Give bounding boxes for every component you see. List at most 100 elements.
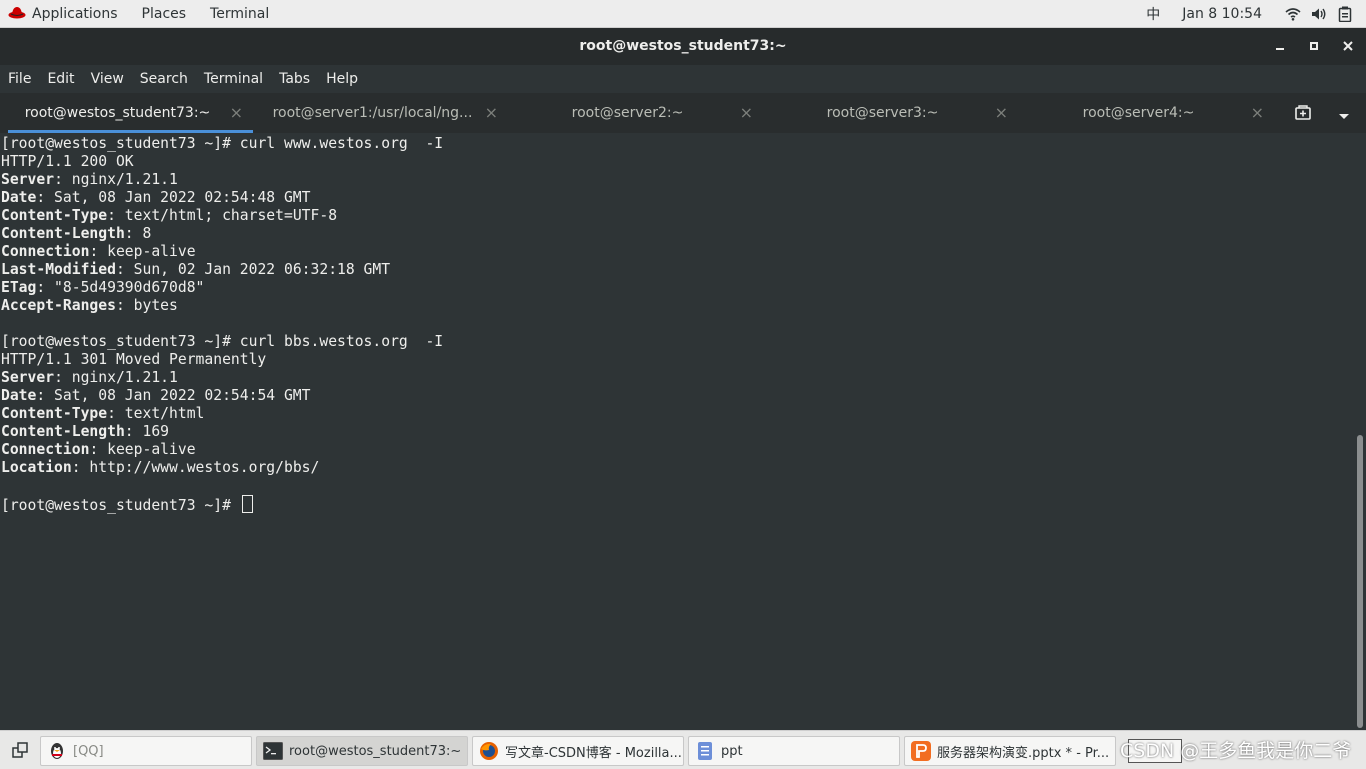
header-key: Server: [1, 171, 55, 188]
applications-menu[interactable]: Applications: [0, 5, 130, 23]
header-value: : nginx/1.21.1: [54, 171, 178, 188]
terminal-line: Location: http://www.westos.org/bbs/: [0, 459, 1354, 477]
window-title: root@westos_student73:~: [579, 38, 787, 54]
csdn-watermark: CSDN @王多鱼我是你二爷: [1120, 740, 1352, 762]
terminal-line: HTTP/1.1 301 Moved Permanently: [1, 351, 267, 368]
header-key: Date: [1, 189, 37, 206]
terminal-line: [root@westos_student73 ~]# curl www.west…: [0, 135, 1354, 153]
menu-edit[interactable]: Edit: [39, 71, 82, 87]
header-value: : Sat, 08 Jan 2022 02:54:48 GMT: [36, 189, 311, 206]
tab-close-icon[interactable]: ×: [740, 103, 753, 122]
header-key: Accept-Ranges: [1, 297, 116, 314]
tab-close-icon[interactable]: ×: [1251, 103, 1264, 122]
tabs-dropdown-icon[interactable]: [1338, 109, 1352, 119]
task-label: ppt: [721, 743, 743, 759]
header-key: Connection: [1, 441, 90, 458]
header-key: Content-Length: [1, 423, 125, 440]
redhat-icon: [8, 5, 26, 23]
header-value: : Sun, 02 Jan 2022 06:32:18 GMT: [115, 261, 391, 278]
task-label: 服务器架构演变.pptx * - Pr...: [937, 745, 1110, 761]
terminal-line: ETag: "8-5d49390d670d8": [0, 279, 1354, 297]
wifi-icon[interactable]: [1280, 7, 1306, 21]
firefox-icon: [479, 741, 499, 761]
presentation-app-icon: [911, 741, 931, 761]
terminal-line: Last-Modified: Sun, 02 Jan 2022 06:32:18…: [0, 261, 1354, 279]
new-tab-icon[interactable]: [1294, 104, 1318, 124]
terminal-cursor: [241, 495, 253, 513]
header-value: : keep-alive: [89, 441, 196, 458]
volume-icon[interactable]: [1306, 7, 1332, 21]
task-qq[interactable]: [QQ]: [40, 736, 252, 766]
tab-label: root@server3:~: [826, 105, 939, 121]
menu-view[interactable]: View: [83, 71, 132, 87]
header-value: : text/html; charset=UTF-8: [107, 207, 338, 224]
prompt: [root@westos_student73 ~]#: [1, 333, 240, 350]
menu-search[interactable]: Search: [132, 71, 196, 87]
tab-label: root@westos_student73:~: [24, 105, 211, 121]
task-terminal[interactable]: root@westos_student73:~: [256, 736, 468, 766]
terminal-icon: [263, 741, 283, 761]
terminal-line: HTTP/1.1 200 OK: [1, 153, 134, 170]
terminal-line: Date: Sat, 08 Jan 2022 02:54:54 GMT: [0, 387, 1354, 405]
prompt: [root@westos_student73 ~]#: [1, 497, 240, 514]
qq-penguin-icon: [47, 741, 67, 761]
tab-label: root@server1:/usr/local/ng...: [272, 105, 473, 121]
places-menu[interactable]: Places: [130, 6, 199, 22]
maximize-button[interactable]: [1302, 34, 1326, 58]
header-value: : 8: [124, 225, 152, 242]
task-presentation[interactable]: 服务器架构演变.pptx * - Pr...: [904, 736, 1116, 766]
tab-westos-student73[interactable]: root@westos_student73:~ ×: [8, 93, 253, 133]
terminal-line: Accept-Ranges: bytes: [0, 297, 1354, 315]
minimize-button[interactable]: [1268, 34, 1292, 58]
applications-label: Applications: [32, 5, 118, 22]
tab-server3[interactable]: root@server3:~ ×: [773, 93, 1018, 133]
top-panel: Applications Places Terminal 中 Jan 8 10:…: [0, 0, 1366, 28]
tab-close-icon[interactable]: ×: [995, 103, 1008, 122]
battery-clipboard-icon[interactable]: [1332, 6, 1358, 22]
input-method-indicator[interactable]: 中: [1138, 4, 1168, 24]
terminal-output[interactable]: [root@westos_student73 ~]# curl www.west…: [0, 133, 1354, 732]
tab-label: root@server4:~: [1082, 105, 1195, 121]
task-label: 写文章-CSDN博客 - Mozilla...: [505, 745, 682, 761]
window-titlebar[interactable]: root@westos_student73:~: [0, 28, 1366, 65]
terminal-scrollbar[interactable]: [1354, 133, 1366, 730]
tab-bar: root@westos_student73:~ × root@server1:/…: [0, 93, 1366, 133]
terminal-line: Content-Type: text/html: [0, 405, 1354, 423]
tab-server2[interactable]: root@server2:~ ×: [518, 93, 763, 133]
task-label: [QQ]: [73, 743, 104, 759]
menu-terminal[interactable]: Terminal: [196, 71, 271, 87]
header-value: : "8-5d49390d670d8": [36, 279, 205, 296]
header-key: Content-Type: [1, 405, 108, 422]
tab-close-icon[interactable]: ×: [485, 103, 498, 122]
show-desktop-icon[interactable]: [6, 737, 34, 763]
clock[interactable]: Jan 8 10:54: [1174, 6, 1270, 22]
terminal-menubar: File Edit View Search Terminal Tabs Help: [0, 65, 1366, 93]
terminal-app-menu[interactable]: Terminal: [198, 6, 281, 22]
scrollbar-thumb[interactable]: [1357, 435, 1363, 728]
header-key: Content-Type: [1, 207, 108, 224]
tab-server1[interactable]: root@server1:/usr/local/ng... ×: [263, 93, 508, 133]
task-ppt-folder[interactable]: ppt: [688, 736, 900, 766]
command: curl www.westos.org -I: [239, 135, 444, 152]
menu-help[interactable]: Help: [318, 71, 366, 87]
task-label: root@westos_student73:~: [289, 743, 462, 759]
tab-label: root@server2:~: [571, 105, 684, 121]
terminal-line: Connection: keep-alive: [0, 243, 1354, 261]
header-value: : 169: [124, 423, 170, 440]
header-key: Connection: [1, 243, 90, 260]
header-value: : Sat, 08 Jan 2022 02:54:54 GMT: [36, 387, 311, 404]
tab-server4[interactable]: root@server4:~ ×: [1029, 93, 1274, 133]
close-window-button[interactable]: [1336, 34, 1360, 58]
terminal-line: Content-Length: 8: [0, 225, 1354, 243]
terminal-line: Server: nginx/1.21.1: [0, 369, 1354, 387]
menu-file[interactable]: File: [0, 71, 39, 87]
terminal-line: Content-Length: 169: [0, 423, 1354, 441]
menu-tabs[interactable]: Tabs: [271, 71, 318, 87]
header-value: : text/html: [107, 405, 205, 422]
tab-close-icon[interactable]: ×: [230, 103, 243, 122]
header-key: Content-Length: [1, 225, 125, 242]
header-key: Date: [1, 387, 37, 404]
task-firefox[interactable]: 写文章-CSDN博客 - Mozilla...: [472, 736, 684, 766]
